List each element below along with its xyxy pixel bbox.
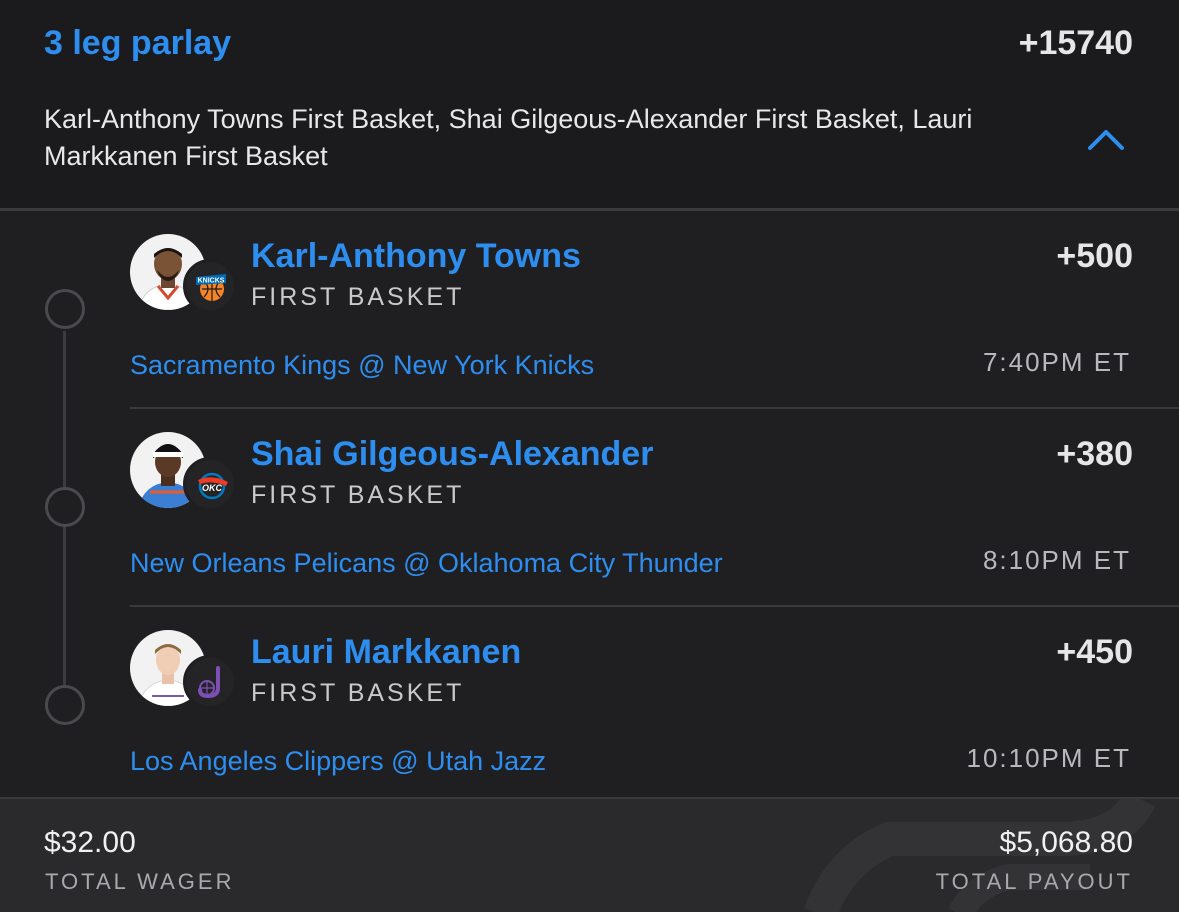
parlay-leg[interactable]: OKC Shai Gilgeous-Alexander FIRST BASKET… <box>0 409 1179 607</box>
parlay-legs: KNICKS Karl-Anthony Towns FIRST BASKET +… <box>0 211 1179 797</box>
chevron-up-icon[interactable] <box>1084 122 1128 156</box>
bet-footer: $32.00 TOTAL WAGER $5,068.80 TOTAL PAYOU… <box>0 797 1179 912</box>
market-label: FIRST BASKET <box>251 283 465 311</box>
leg-odds: +380 <box>1056 435 1133 473</box>
total-payout-amount: $5,068.80 <box>999 826 1133 859</box>
game-matchup-link[interactable]: Sacramento Kings @ New York Knicks <box>130 350 594 381</box>
parlay-title: 3 leg parlay <box>44 24 232 62</box>
market-label: FIRST BASKET <box>251 679 465 707</box>
parlay-header: 3 leg parlay +15740 Karl-Anthony Towns F… <box>0 0 1179 208</box>
total-payout-label: TOTAL PAYOUT <box>935 869 1133 894</box>
svg-text:KNICKS: KNICKS <box>198 278 225 285</box>
parlay-leg[interactable]: KNICKS Karl-Anthony Towns FIRST BASKET +… <box>0 211 1179 409</box>
player-name[interactable]: Karl-Anthony Towns <box>251 237 581 276</box>
thunder-logo-icon: OKC <box>183 457 237 511</box>
leg-odds: +500 <box>1056 237 1133 275</box>
knicks-logo-icon: KNICKS <box>183 259 237 313</box>
total-wager-amount: $32.00 <box>44 826 136 859</box>
parlay-leg[interactable]: Lauri Markkanen FIRST BASKET +450 Los An… <box>0 607 1179 805</box>
game-time: 8:10PM ET <box>982 545 1131 575</box>
parlay-odds: +15740 <box>1018 24 1133 62</box>
player-name[interactable]: Shai Gilgeous-Alexander <box>251 435 653 474</box>
game-matchup-link[interactable]: Los Angeles Clippers @ Utah Jazz <box>130 746 546 777</box>
player-name[interactable]: Lauri Markkanen <box>251 633 521 672</box>
game-time: 7:40PM ET <box>982 347 1131 377</box>
game-matchup-link[interactable]: New Orleans Pelicans @ Oklahoma City Thu… <box>130 548 723 579</box>
leg-odds: +450 <box>1056 633 1133 671</box>
svg-text:OKC: OKC <box>202 483 223 493</box>
total-wager-label: TOTAL WAGER <box>45 869 235 894</box>
game-time: 10:10PM ET <box>966 743 1131 773</box>
parlay-description: Karl-Anthony Towns First Basket, Shai Gi… <box>44 104 973 171</box>
market-label: FIRST BASKET <box>251 481 465 509</box>
jazz-logo-icon <box>183 655 237 709</box>
